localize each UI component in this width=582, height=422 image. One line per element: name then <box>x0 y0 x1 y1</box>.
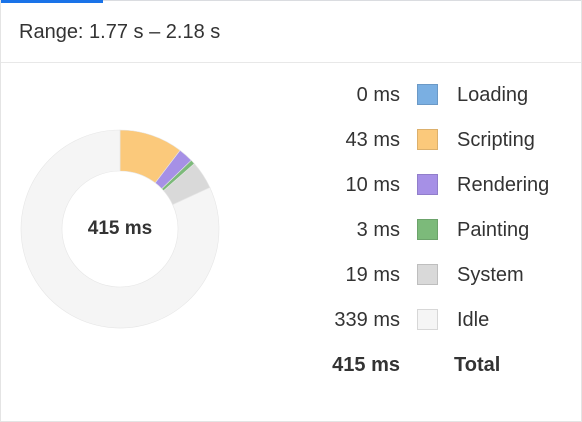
legend-label-painting: Painting <box>457 219 530 241</box>
legend-swatch-idle <box>417 309 438 330</box>
legend-value-system: 19 ms <box>345 264 400 286</box>
range-label: Range: 1.77 s – 2.18 s <box>19 21 221 43</box>
legend-swatch-system <box>417 264 438 285</box>
legend-value-rendering: 10 ms <box>345 174 400 196</box>
legend-label-idle: Idle <box>457 309 490 331</box>
panel-top-border <box>103 0 582 1</box>
legend-row-rendering: 10 ms Rendering <box>300 168 570 213</box>
legend-value-idle: 339 ms <box>334 309 400 331</box>
legend-row-loading: 0 ms Loading <box>300 78 570 123</box>
legend-swatch-rendering <box>417 174 438 195</box>
legend-swatch-scripting <box>417 129 438 150</box>
legend-value-painting: 3 ms <box>356 219 400 241</box>
category-legend: 0 ms Loading 43 ms Scripting 10 ms Rende… <box>300 78 570 393</box>
legend-label-loading: Loading <box>457 84 529 106</box>
legend-row-scripting: 43 ms Scripting <box>300 123 570 168</box>
legend-swatch-painting <box>417 219 438 240</box>
panel-left-border <box>0 0 1 422</box>
legend-row-system: 19 ms System <box>300 258 570 303</box>
legend-swatch-loading <box>417 84 438 105</box>
legend-value-total: 415 ms <box>332 354 400 376</box>
active-tab-indicator <box>0 0 103 3</box>
legend-label-rendering: Rendering <box>457 174 550 196</box>
header-divider <box>1 62 581 63</box>
legend-value-loading: 0 ms <box>356 84 400 106</box>
legend-label-total: Total <box>454 354 501 376</box>
legend-value-scripting: 43 ms <box>345 129 400 151</box>
legend-row-total: 415 ms Total <box>300 348 570 393</box>
legend-row-painting: 3 ms Painting <box>300 213 570 258</box>
legend-label-scripting: Scripting <box>457 129 535 151</box>
summary-donut-chart <box>20 129 220 329</box>
legend-label-system: System <box>457 264 524 286</box>
legend-row-idle: 339 ms Idle <box>300 303 570 348</box>
